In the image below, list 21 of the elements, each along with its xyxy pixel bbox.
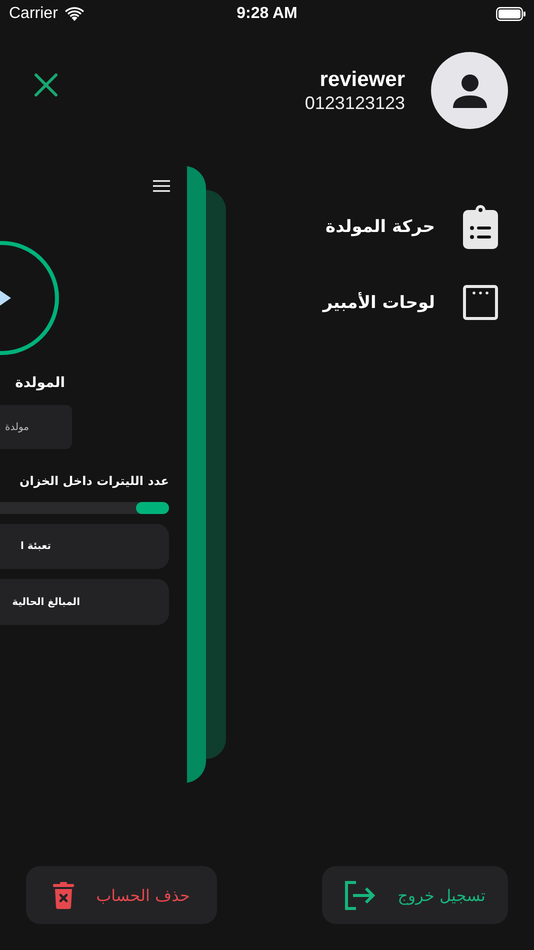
wifi-icon — [64, 7, 84, 21]
menu-item[interactable]: حركة المولدة — [326, 205, 498, 249]
screen-title: المولدة — [15, 374, 65, 393]
input-field[interactable]: مولدة — [0, 405, 72, 449]
screen-button[interactable]: تعبئة ا — [0, 524, 169, 569]
trash-icon — [53, 882, 74, 908]
logout-icon — [344, 880, 376, 910]
logout-button[interactable]: تسجيل خروج — [322, 866, 508, 924]
menu-icon[interactable] — [153, 180, 170, 192]
close-icon[interactable] — [34, 73, 58, 97]
carrier-name: Carrier — [9, 5, 58, 23]
user-phone: 0123123123 — [304, 92, 405, 114]
screen-button[interactable]: المبالغ الحالية — [0, 579, 169, 625]
tank-label: عدد الليترات داخل الخزان — [20, 473, 169, 489]
status-time: 9:28 AM — [236, 5, 298, 23]
clipboard-icon — [463, 205, 498, 249]
menu-item[interactable]: لوحات الأمبير — [322, 285, 498, 320]
delete-account-button[interactable]: حذف الحساب — [26, 866, 217, 924]
battery-icon — [496, 7, 526, 21]
user-name: reviewer — [318, 68, 405, 92]
window-icon — [463, 285, 498, 320]
